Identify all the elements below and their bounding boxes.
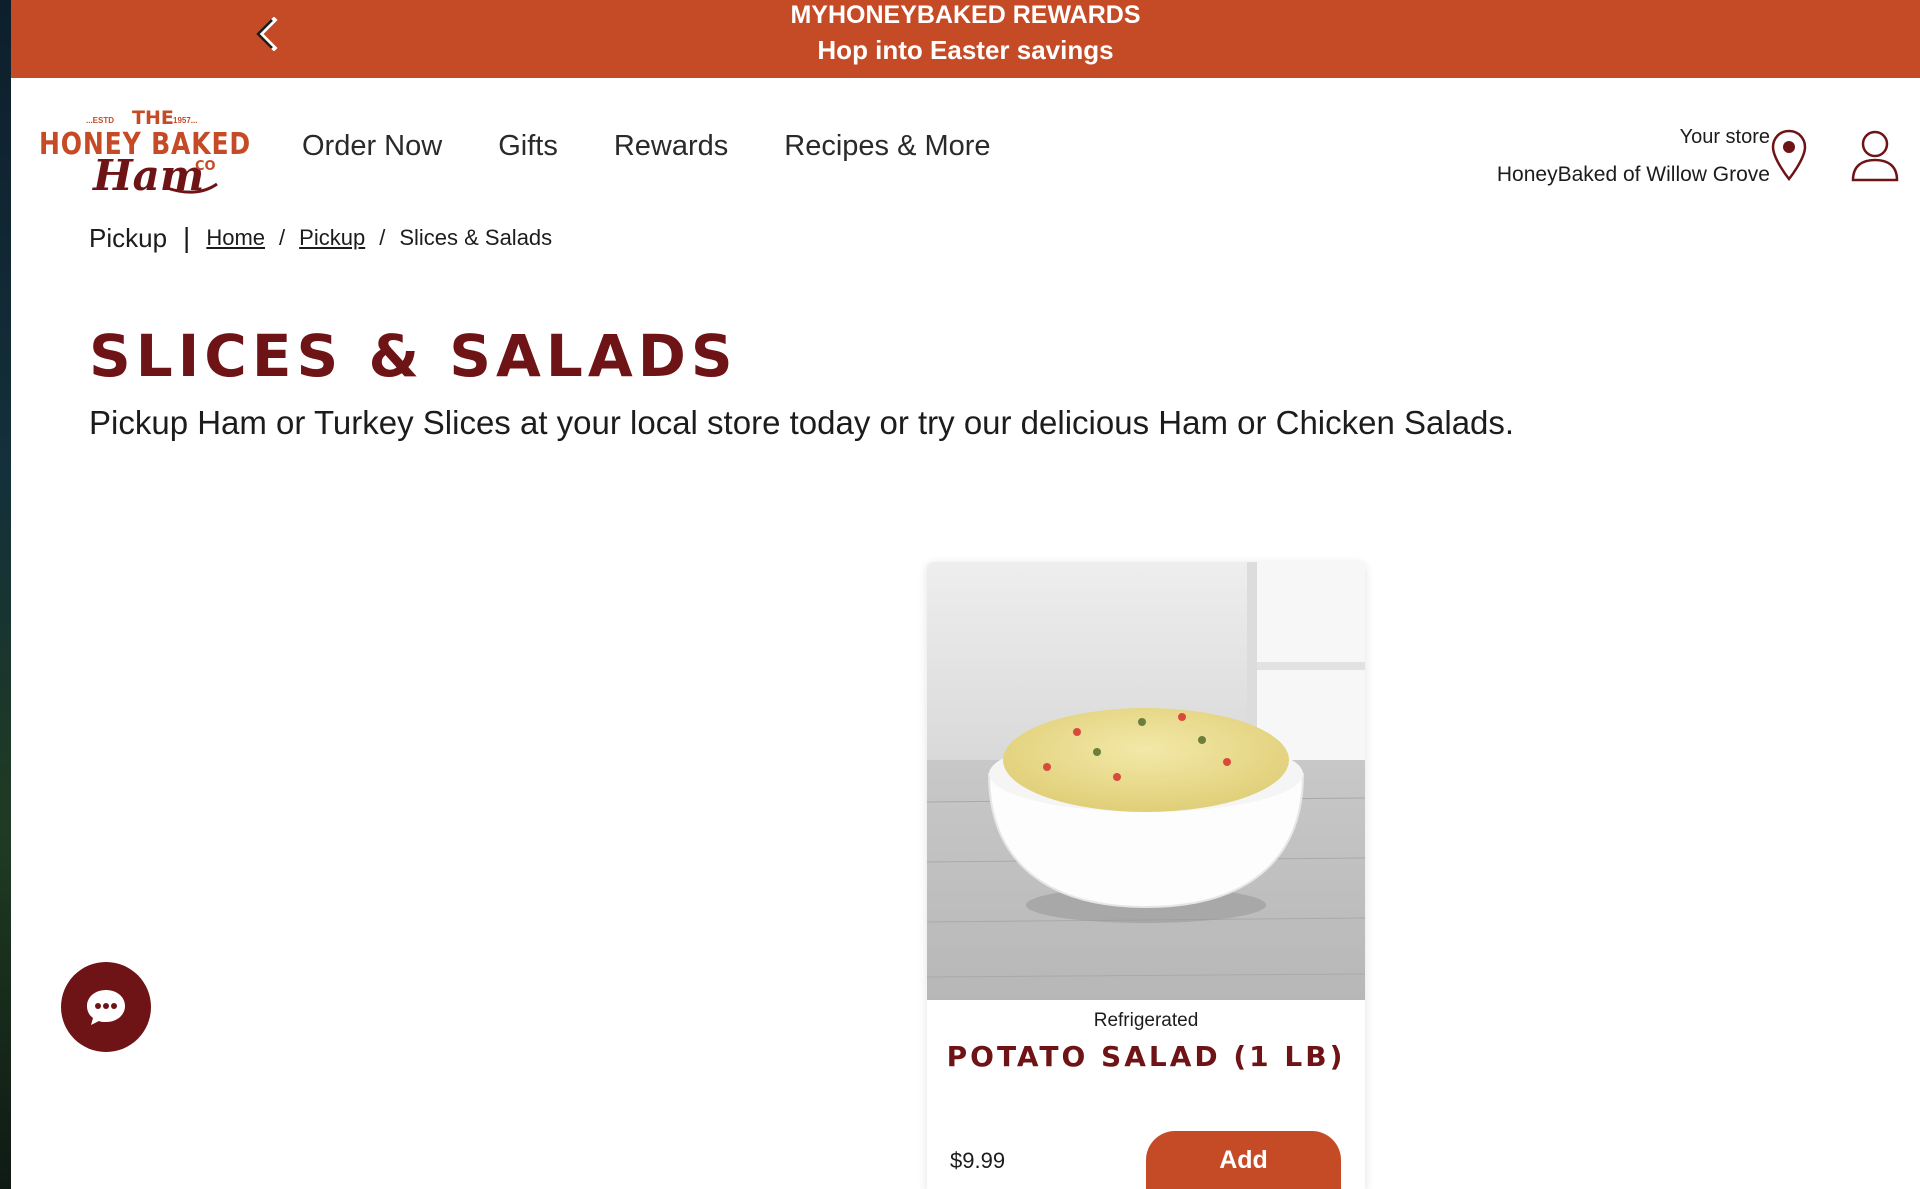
breadcrumb: Pickup | Home / Pickup / Slices & Salads [89, 222, 552, 254]
product-category: Refrigerated [1093, 1010, 1199, 1031]
logo-year: 1957... [173, 116, 197, 125]
nav-order-now[interactable]: Order Now [302, 130, 442, 163]
page-description: Pickup Ham or Turkey Slices at your loca… [89, 404, 1515, 441]
nav-gifts[interactable]: Gifts [498, 130, 558, 163]
add-to-cart-button[interactable]: Add [1146, 1131, 1341, 1189]
breadcrumb-section: Pickup [89, 222, 168, 253]
user-icon[interactable] [1850, 128, 1900, 182]
logo-co: CO [195, 159, 216, 174]
product-image[interactable] [927, 562, 1365, 1000]
breadcrumb-current: Slices & Salads [399, 225, 553, 250]
breadcrumb-divider: | [183, 222, 191, 253]
breadcrumb-slash: / [279, 225, 286, 250]
promo-title[interactable]: MYHONEYBAKED REWARDS [11, 0, 1920, 30]
site-header: ...ESTD THE 1957... HONEY BAKED Ham CO O… [11, 78, 1920, 218]
chat-bubble-icon [87, 990, 125, 1025]
logo-the: THE [132, 107, 174, 129]
promo-text: MYHONEYBAKED REWARDS Hop into Easter sav… [11, 0, 1920, 70]
chat-button[interactable] [61, 962, 151, 1052]
product-card[interactable]: Refrigerated POTATO SALAD (1 LB) [927, 562, 1365, 1189]
promo-prev-button[interactable] [247, 14, 287, 54]
nav-recipes-more[interactable]: Recipes & More [784, 130, 990, 163]
logo-estd: ...ESTD [86, 116, 114, 125]
store-label: Your store [1679, 126, 1770, 148]
chevron-left-icon [256, 17, 278, 51]
page-title: SLICES & SALADS [89, 322, 738, 390]
product-price: $9.99 [950, 1148, 1006, 1173]
map-pin-icon[interactable] [1770, 128, 1808, 182]
store-name: HoneyBaked of Willow Grove [1496, 163, 1770, 186]
honeybaked-logo[interactable]: ...ESTD THE 1957... HONEY BAKED Ham CO [37, 106, 257, 206]
breadcrumb-home-link[interactable]: Home [206, 225, 265, 251]
promo-subtitle[interactable]: Hop into Easter savings [11, 30, 1920, 70]
breadcrumb-slash: / [379, 225, 386, 250]
product-name[interactable]: POTATO SALAD (1 LB) [927, 1040, 1365, 1073]
main-nav: Order Now Gifts Rewards Recipes & More [302, 130, 1047, 163]
nav-rewards[interactable]: Rewards [614, 130, 728, 163]
desktop-edge [0, 0, 11, 1189]
promo-banner: MYHONEYBAKED REWARDS Hop into Easter sav… [11, 0, 1920, 78]
breadcrumb-pickup-link[interactable]: Pickup [299, 225, 365, 251]
store-selector[interactable]: Your store HoneyBaked of Willow Grove [1497, 126, 1770, 187]
